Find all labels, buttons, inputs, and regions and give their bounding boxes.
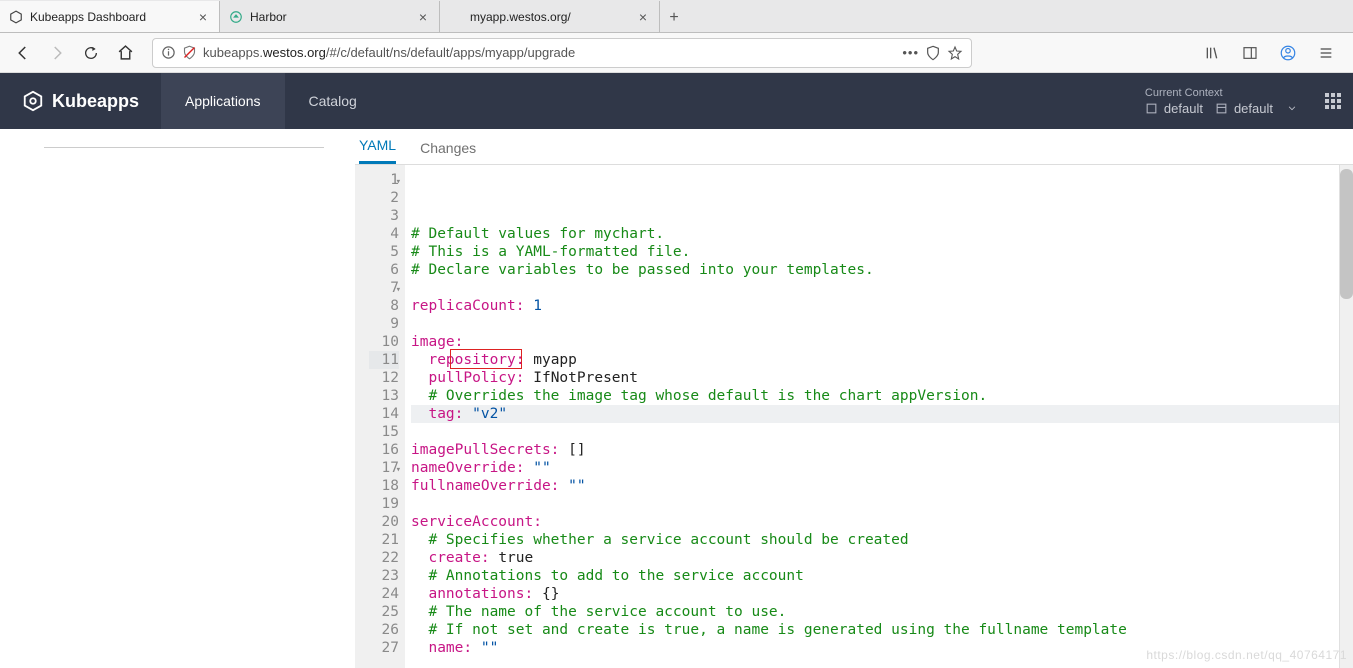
kubeapps-logo-icon bbox=[22, 90, 44, 112]
watermark-text: https://blog.csdn.net/qq_40764171 bbox=[1146, 646, 1347, 664]
apps-grid-button[interactable] bbox=[1313, 73, 1353, 129]
namespace-icon bbox=[1215, 102, 1228, 115]
scrollbar-thumb[interactable] bbox=[1340, 169, 1353, 299]
grid-icon bbox=[1325, 93, 1341, 109]
back-button[interactable] bbox=[8, 38, 38, 68]
context-selector[interactable]: Current Context default default bbox=[1129, 73, 1313, 129]
home-button[interactable] bbox=[110, 38, 140, 68]
left-divider bbox=[44, 147, 324, 148]
tab-label: YAML bbox=[359, 137, 396, 153]
tab-title: Harbor bbox=[250, 10, 409, 24]
yaml-editor[interactable]: 1▾234567▾891011121314151617▾181920212223… bbox=[355, 165, 1353, 668]
close-icon[interactable]: × bbox=[415, 9, 431, 25]
browser-tab-harbor[interactable]: Harbor × bbox=[220, 1, 440, 32]
reload-button[interactable] bbox=[76, 38, 106, 68]
chevron-down-icon bbox=[1287, 103, 1297, 113]
tab-changes[interactable]: Changes bbox=[420, 140, 476, 164]
tracking-blocked-icon[interactable] bbox=[182, 45, 197, 60]
browser-tab-myapp[interactable]: myapp.westos.org/ × bbox=[440, 1, 660, 32]
left-pane bbox=[0, 129, 355, 668]
right-pane: YAML Changes 1▾234567▾891011121314151617… bbox=[355, 129, 1353, 668]
app-header: Kubeapps Applications Catalog Current Co… bbox=[0, 73, 1353, 129]
browser-tab-kubeapps[interactable]: Kubeapps Dashboard × bbox=[0, 1, 220, 32]
menu-icon[interactable] bbox=[1311, 38, 1341, 68]
brand[interactable]: Kubeapps bbox=[0, 90, 161, 112]
cluster-icon bbox=[1145, 102, 1158, 115]
nav-catalog[interactable]: Catalog bbox=[285, 73, 381, 129]
highlight-annotation bbox=[450, 349, 522, 369]
info-icon[interactable] bbox=[161, 45, 176, 60]
brand-text: Kubeapps bbox=[52, 91, 139, 112]
context-label: Current Context bbox=[1145, 87, 1297, 99]
bookmark-star-icon[interactable] bbox=[947, 45, 963, 61]
new-tab-button[interactable]: + bbox=[660, 4, 688, 32]
tab-title: myapp.westos.org/ bbox=[470, 10, 629, 24]
close-icon[interactable]: × bbox=[635, 9, 651, 25]
browser-toolbar: kubeapps.westos.org/#/c/default/ns/defau… bbox=[0, 33, 1353, 73]
forward-button[interactable] bbox=[42, 38, 72, 68]
line-gutter: 1▾234567▾891011121314151617▾181920212223… bbox=[355, 165, 405, 668]
main-area: YAML Changes 1▾234567▾891011121314151617… bbox=[0, 129, 1353, 668]
url-text: kubeapps.westos.org/#/c/default/ns/defau… bbox=[203, 45, 896, 60]
tab-label: Changes bbox=[420, 140, 476, 156]
url-bar[interactable]: kubeapps.westos.org/#/c/default/ns/defau… bbox=[152, 38, 972, 68]
code-area[interactable]: # Default values for mychart.# This is a… bbox=[405, 165, 1339, 668]
shield-icon[interactable] bbox=[925, 45, 941, 61]
tab-title: Kubeapps Dashboard bbox=[30, 10, 189, 24]
harbor-icon bbox=[228, 9, 244, 25]
context-namespace: default bbox=[1234, 101, 1273, 116]
close-icon[interactable]: × bbox=[195, 9, 211, 25]
sidebar-icon[interactable] bbox=[1235, 38, 1265, 68]
context-cluster: default bbox=[1164, 101, 1203, 116]
browser-tabstrip: Kubeapps Dashboard × Harbor × myapp.west… bbox=[0, 0, 1353, 33]
hexagon-icon bbox=[8, 9, 24, 25]
blank-favicon-icon bbox=[448, 9, 464, 25]
vertical-scrollbar[interactable] bbox=[1339, 165, 1353, 668]
nav-applications[interactable]: Applications bbox=[161, 73, 285, 129]
meatballs-icon[interactable]: ••• bbox=[902, 45, 919, 60]
nav-label: Catalog bbox=[309, 93, 357, 109]
nav-label: Applications bbox=[185, 93, 261, 109]
editor-tabs: YAML Changes bbox=[355, 129, 1353, 165]
profile-icon[interactable] bbox=[1273, 38, 1303, 68]
library-icon[interactable] bbox=[1197, 38, 1227, 68]
tab-yaml[interactable]: YAML bbox=[359, 137, 396, 164]
